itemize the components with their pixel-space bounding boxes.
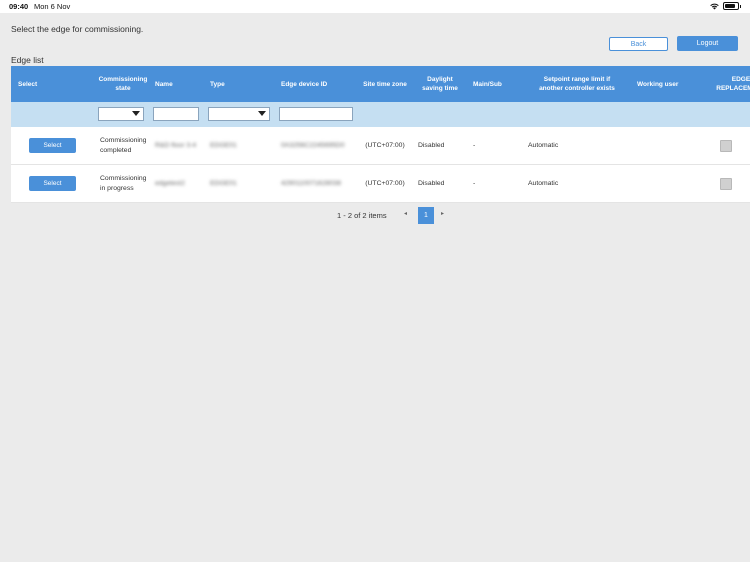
page-instruction: Select the edge for commissioning. bbox=[11, 24, 144, 34]
main-sub: - bbox=[473, 179, 476, 187]
name-filter-input[interactable] bbox=[153, 107, 199, 121]
daylight-saving-time: Disabled bbox=[418, 141, 445, 149]
page-button-1[interactable]: 1 bbox=[418, 207, 434, 224]
site-time-zone: (UTC+07:00) bbox=[365, 141, 405, 149]
col-working-user[interactable]: Working user bbox=[637, 66, 707, 102]
edge-replacement-checkbox[interactable] bbox=[720, 140, 732, 152]
select-button[interactable]: Select bbox=[29, 176, 76, 191]
table-header: Select Commissioning state Name Type Edg… bbox=[11, 66, 750, 102]
edge-device-id: 4290110071628038 bbox=[281, 179, 341, 187]
prev-page-icon[interactable]: ◂ bbox=[404, 210, 407, 217]
setpoint-range: Automatic bbox=[528, 141, 559, 149]
pager-info: 1 - 2 of 2 items bbox=[337, 211, 387, 220]
table-row: Select Commissioning in progress edgetes… bbox=[11, 165, 750, 203]
chevron-down-icon bbox=[132, 111, 140, 116]
type-filter[interactable] bbox=[208, 107, 270, 121]
next-page-icon[interactable]: ▸ bbox=[441, 210, 444, 217]
col-setpoint-range[interactable]: Setpoint range limit if another controll… bbox=[531, 66, 623, 102]
col-select: Select bbox=[18, 80, 38, 88]
back-button[interactable]: Back bbox=[609, 37, 668, 51]
section-title: Edge list bbox=[11, 55, 44, 65]
status-date: Mon 6 Nov bbox=[34, 2, 71, 11]
status-icons bbox=[709, 2, 741, 10]
commissioning-state-filter[interactable] bbox=[98, 107, 144, 121]
col-type[interactable]: Type bbox=[210, 66, 270, 102]
edge-name: R&D floor 3-4 bbox=[155, 141, 197, 149]
edge-list-table: Select Commissioning state Name Type Edg… bbox=[11, 66, 750, 203]
commissioning-state: Commissioning in progress bbox=[100, 175, 147, 192]
wifi-icon bbox=[709, 3, 719, 9]
pagination: 1 - 2 of 2 items ◂ 1 ▸ bbox=[0, 207, 750, 224]
edge-type: EDGE01 bbox=[210, 141, 237, 149]
col-daylight-saving-time[interactable]: Daylight saving time bbox=[416, 66, 464, 102]
col-edge-device-id[interactable]: Edge device ID bbox=[281, 66, 361, 102]
status-time: 09:40 bbox=[9, 2, 29, 11]
edge-type: EDGE01 bbox=[210, 179, 237, 187]
col-site-time-zone[interactable]: Site time zone bbox=[363, 66, 407, 102]
battery-tip bbox=[739, 4, 741, 8]
col-main-sub[interactable]: Main/Sub bbox=[473, 66, 523, 102]
col-edge-replacement[interactable]: EDGE REPLACEMENT bbox=[712, 66, 750, 102]
site-time-zone: (UTC+07:00) bbox=[365, 179, 405, 187]
logout-button[interactable]: Logout bbox=[677, 36, 738, 51]
edge-name: edgetest2 bbox=[155, 179, 185, 187]
battery-icon bbox=[722, 2, 739, 10]
main-sub: - bbox=[473, 141, 476, 149]
chevron-down-icon bbox=[258, 111, 266, 116]
edge-replacement-checkbox[interactable] bbox=[720, 178, 732, 190]
daylight-saving-time: Disabled bbox=[418, 179, 445, 187]
table-row: Select Commissioning completed R&D floor… bbox=[11, 127, 750, 165]
edge-device-id: 0A3256C2245695D0 bbox=[281, 141, 345, 149]
col-commissioning-state[interactable]: Commissioning state bbox=[97, 66, 149, 102]
setpoint-range: Automatic bbox=[528, 179, 559, 187]
select-button[interactable]: Select bbox=[29, 138, 76, 153]
filter-row bbox=[11, 102, 750, 127]
col-name[interactable]: Name bbox=[155, 66, 205, 102]
status-bar: 09:40 Mon 6 Nov bbox=[0, 0, 750, 13]
edge-device-id-filter-input[interactable] bbox=[279, 107, 353, 121]
commissioning-state: Commissioning completed bbox=[100, 137, 147, 154]
